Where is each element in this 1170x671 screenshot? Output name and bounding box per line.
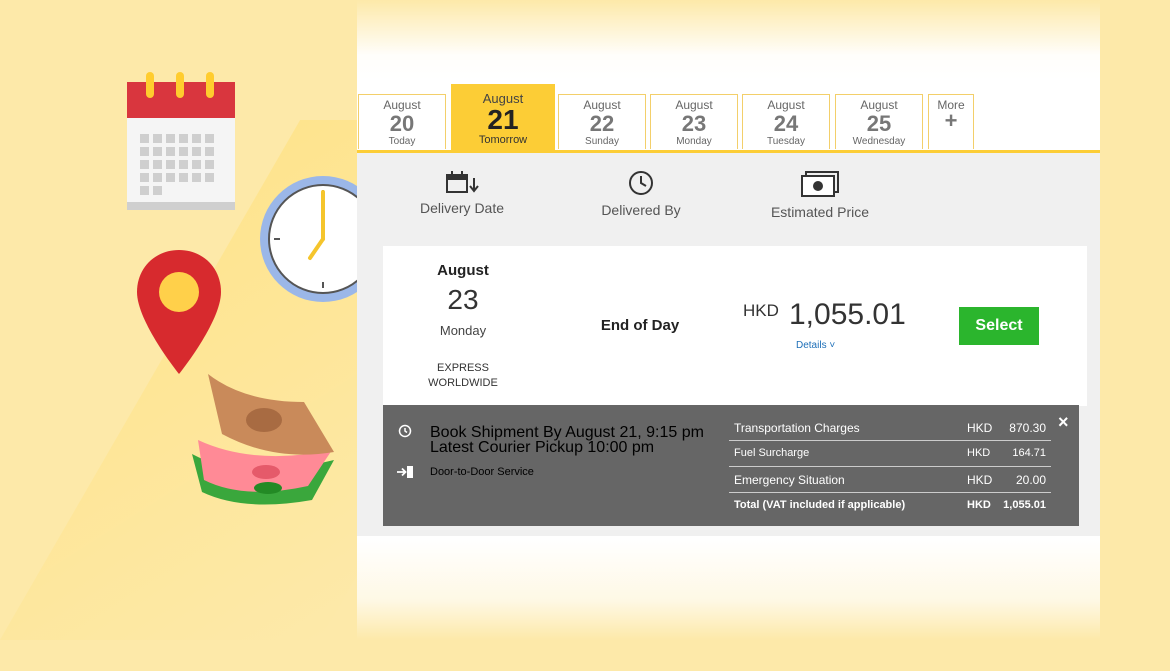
- date-tabs: August 20 Today August 21 Tomorrow Augus…: [357, 84, 1100, 153]
- rate-value: 1,055.01: [1003, 499, 1046, 511]
- result-delivered-by: End of Day: [600, 317, 680, 334]
- tab-weekday: Wednesday: [852, 136, 906, 147]
- select-button[interactable]: Select: [959, 307, 1039, 345]
- header-delivered-by: Delivered By: [591, 170, 691, 218]
- rate-label: Emergency Situation: [734, 473, 845, 487]
- result-currency: HKD: [743, 301, 779, 320]
- header-label: Delivered By: [601, 202, 681, 218]
- result-day: 23: [447, 284, 479, 315]
- details-link[interactable]: Details ˅: [796, 340, 835, 351]
- rate-value: 20.00: [1015, 473, 1046, 487]
- money-illustration-icon: [192, 374, 334, 505]
- calendar-arrow-icon: [446, 171, 479, 193]
- tab-day: 24: [773, 111, 799, 136]
- result-amount: 1,055.01: [789, 298, 906, 331]
- tab-weekday: Today: [388, 136, 416, 147]
- rate-label: Transportation Charges: [734, 421, 860, 435]
- rate-currency: HKD: [967, 473, 993, 487]
- result-service: EXPRESS WORLDWIDE: [413, 361, 513, 391]
- result-month: August: [437, 262, 489, 279]
- service-line: WORLDWIDE: [428, 377, 498, 389]
- tab-weekday: Tomorrow: [478, 134, 528, 146]
- table-row-total: Total (VAT included if applicable) HKD 1…: [729, 493, 1051, 518]
- header-delivery-date: Delivery Date: [412, 170, 512, 216]
- header-label: Delivery Date: [419, 200, 505, 216]
- header-label: Estimated Price: [770, 204, 870, 220]
- tab-day: 21: [487, 104, 519, 135]
- tab-weekday: Monday: [676, 136, 712, 147]
- close-icon[interactable]: ×: [1058, 413, 1069, 431]
- rate-label: Fuel Surcharge: [734, 447, 810, 459]
- pickup-text: Latest Courier Pickup 10:00 pm: [430, 439, 655, 456]
- header-estimated-price: Estimated Price: [765, 170, 875, 220]
- tab-day: 23: [681, 111, 707, 136]
- tab-day: 20: [389, 111, 415, 136]
- tab-august-24[interactable]: August 24 Tuesday: [742, 94, 830, 149]
- cash-icon: [801, 171, 839, 197]
- tab-august-25[interactable]: August 25 Wednesday: [835, 94, 923, 149]
- tab-august-23[interactable]: August 23 Monday: [650, 94, 738, 149]
- result-weekday: Monday: [439, 323, 487, 338]
- rate-label: Total (VAT included if applicable): [734, 499, 906, 511]
- table-row: Transportation Charges HKD 870.30: [729, 415, 1051, 441]
- tab-weekday: Sunday: [585, 136, 619, 147]
- calendar-illustration-icon: [127, 72, 235, 210]
- door-to-door-text: Door-to-Door Service: [430, 466, 534, 478]
- service-line: EXPRESS: [437, 362, 489, 374]
- table-row: Fuel Surcharge HKD 164.71: [729, 441, 1051, 467]
- map-pin-illustration-icon: [137, 250, 221, 374]
- table-row: Emergency Situation HKD 20.00: [729, 467, 1051, 493]
- rate-value: 164.71: [1012, 447, 1046, 459]
- tab-august-21[interactable]: August 21 Tomorrow: [451, 84, 555, 150]
- tab-weekday: Tuesday: [767, 136, 805, 147]
- tab-august-20[interactable]: August 20 Today: [358, 94, 446, 149]
- rate-currency: HKD: [967, 447, 991, 459]
- clock-icon: [398, 424, 412, 438]
- rate-currency: HKD: [967, 421, 993, 435]
- tab-day: 22: [589, 111, 615, 136]
- door-entry-icon: [397, 466, 413, 478]
- plus-icon: +: [944, 108, 958, 133]
- rate-table: Transportation Charges HKD 870.30 Fuel S…: [729, 415, 1051, 518]
- tab-more[interactable]: More +: [928, 94, 974, 149]
- tab-day: 25: [866, 111, 892, 136]
- rate-value: 870.30: [1009, 421, 1046, 435]
- rate-currency: HKD: [967, 499, 991, 511]
- tab-august-22[interactable]: August 22 Sunday: [558, 94, 646, 149]
- clock-icon: [629, 171, 653, 195]
